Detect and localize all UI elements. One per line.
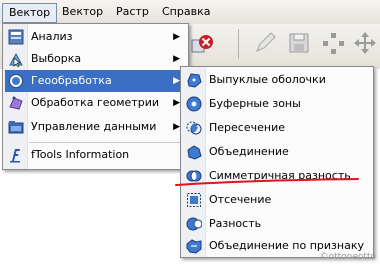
symmetric-difference-icon	[186, 170, 202, 182]
toolbar-separator	[238, 29, 239, 59]
ftools-info-icon	[10, 149, 20, 163]
submenu-item-intersect[interactable]: Пересечение	[183, 117, 371, 139]
submenu-item-label: Разность	[209, 217, 262, 230]
buffer-icon	[186, 96, 202, 112]
submenu-item-symmetric-difference[interactable]: Симметричная разность	[183, 165, 371, 187]
menu-item-ftools-info[interactable]: fTools Information	[5, 144, 186, 166]
analysis-icon	[8, 29, 24, 45]
pencil-icon[interactable]	[252, 30, 278, 56]
convex-hull-icon	[187, 73, 202, 88]
submenu-item-label: Симметричная разность	[209, 169, 351, 182]
menu-item-data-management[interactable]: Управление данными ▶	[5, 116, 186, 138]
union-icon	[187, 145, 202, 160]
dissolve-icon	[186, 239, 202, 254]
submenu-item-label: Буферные зоны	[209, 97, 301, 110]
menu-item-label: Выборка	[31, 52, 82, 65]
selection-icon	[9, 52, 23, 67]
watermark: ©ottoneotto	[319, 252, 376, 262]
menu-item-label: Анализ	[31, 30, 73, 43]
difference-icon	[186, 217, 202, 231]
menu-help[interactable]: Справка	[156, 3, 216, 21]
menu-label: Вектор	[62, 5, 104, 18]
node-tool-icon[interactable]	[320, 30, 346, 56]
menu-vector-active[interactable]: Вектор	[2, 3, 58, 23]
submenu-item-union[interactable]: Объединение	[183, 141, 371, 163]
submenu-item-difference[interactable]: Разность	[183, 213, 371, 235]
submenu-arrow-icon: ▶	[173, 32, 180, 42]
submenu-item-label: Пересечение	[209, 121, 285, 134]
submenu-arrow-icon: ▶	[173, 76, 180, 86]
submenu-item-clip[interactable]: Отсечение	[183, 189, 371, 211]
menu-item-analysis[interactable]: Анализ ▶	[5, 26, 186, 48]
geoprocessing-icon	[9, 74, 23, 88]
data-management-icon	[8, 121, 24, 134]
delete-layer-icon[interactable]	[190, 30, 216, 56]
submenu-arrow-icon: ▶	[173, 98, 180, 108]
geoprocessing-submenu: Выпуклые оболочки Буферные зоны Пересече…	[180, 66, 374, 258]
menu-vector[interactable]: Вектор	[56, 3, 109, 21]
submenu-item-buffer[interactable]: Буферные зоны	[183, 93, 371, 115]
clip-icon	[187, 193, 201, 207]
menu-item-geoprocessing[interactable]: Геообработка ▶	[5, 70, 186, 92]
menu-label: Вектор	[9, 6, 51, 19]
menu-item-label: fTools Information	[31, 148, 130, 161]
submenu-arrow-icon: ▶	[173, 54, 180, 64]
menu-item-selection[interactable]: Выборка ▶	[5, 48, 186, 70]
submenu-item-label: Объединение	[209, 145, 289, 158]
menu-item-label: Обработка геометрии	[31, 96, 159, 109]
menu-item-label: Управление данными	[31, 120, 157, 133]
menu-bar: Вектор Вектор Растр Справка	[0, 0, 380, 25]
submenu-arrow-icon: ▶	[173, 122, 180, 132]
geometry-icon	[9, 96, 23, 110]
menu-label: Справка	[162, 5, 211, 18]
menu-item-label: Геообработка	[31, 74, 112, 87]
save-icon[interactable]	[286, 30, 312, 56]
menu-label: Растр	[116, 5, 149, 18]
intersect-icon	[186, 121, 202, 135]
menu-item-geometry[interactable]: Обработка геометрии ▶	[5, 92, 186, 114]
submenu-item-convex-hull[interactable]: Выпуклые оболочки	[183, 69, 371, 91]
submenu-item-label: Отсечение	[209, 193, 272, 206]
submenu-item-label: Выпуклые оболочки	[209, 73, 326, 86]
move-icon[interactable]	[352, 30, 378, 56]
menu-raster[interactable]: Растр	[110, 3, 155, 21]
menu-separator	[29, 142, 184, 143]
vector-menu: Анализ ▶ Выборка ▶ Геообработка ▶ Обрабо…	[2, 23, 189, 170]
